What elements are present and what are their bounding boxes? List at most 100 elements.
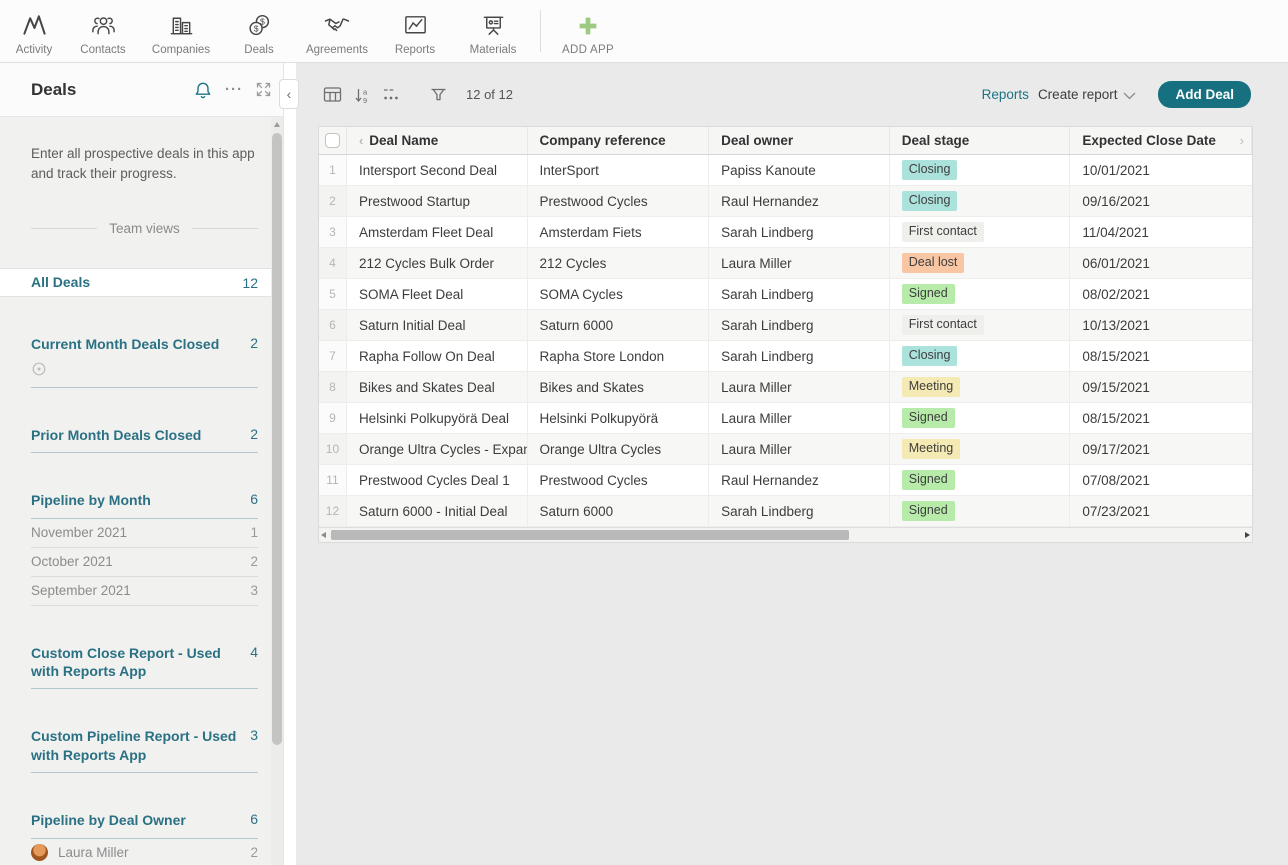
table-row[interactable]: 4212 Cycles Bulk Order212 CyclesLaura Mi… — [319, 248, 1252, 279]
create-report-button[interactable]: Create report — [1038, 87, 1118, 102]
more-actions-icon[interactable] — [382, 85, 401, 104]
filter-icon[interactable] — [430, 86, 447, 103]
cell-deal-name: Intersport Second Deal — [347, 155, 528, 185]
subview-label: November 2021 — [31, 525, 250, 540]
contacts-icon — [90, 11, 117, 41]
view-label: Current Month Deals Closed — [31, 335, 250, 353]
activity-icon — [21, 11, 48, 41]
nav-item-activity[interactable]: Activity — [4, 0, 64, 62]
sidebar-subview-november-2021[interactable]: November 20211 — [31, 519, 258, 548]
deal-stage-badge: Closing — [902, 191, 958, 211]
cell-deal-name: SOMA Fleet Deal — [347, 279, 528, 309]
subview-count: 2 — [250, 845, 258, 860]
cell-company-reference: 212 Cycles — [528, 248, 710, 278]
cell-expected-close-date: 09/16/2021 — [1070, 186, 1252, 216]
table-row[interactable]: 9Helsinki Polkupyörä DealHelsinki Polkup… — [319, 403, 1252, 434]
sort-icon[interactable]: a 9 — [353, 86, 371, 104]
cell-company-reference: SOMA Cycles — [528, 279, 710, 309]
table-row[interactable]: 3Amsterdam Fleet DealAmsterdam FietsSara… — [319, 217, 1252, 248]
table-row[interactable]: 10Orange Ultra Cycles - ExpansionOrange … — [319, 434, 1252, 465]
table-row[interactable]: 1Intersport Second DealInterSportPapiss … — [319, 155, 1252, 186]
chevron-left-icon[interactable]: ‹ — [359, 133, 363, 148]
nav-item-reports[interactable]: Reports — [376, 0, 454, 62]
subview-count: 1 — [250, 525, 258, 540]
scroll-up-arrow[interactable] — [274, 122, 280, 127]
deal-stage-badge: Closing — [902, 160, 958, 180]
divider-line — [192, 228, 258, 229]
chevron-right-icon[interactable]: › — [1240, 133, 1244, 148]
table-row[interactable]: 8Bikes and Skates DealBikes and SkatesLa… — [319, 372, 1252, 403]
cell-expected-close-date: 07/23/2021 — [1070, 496, 1252, 526]
cell-company-reference: InterSport — [528, 155, 710, 185]
cell-expected-close-date: 06/01/2021 — [1070, 248, 1252, 278]
column-header-company-reference[interactable]: Company reference — [528, 127, 710, 154]
nav-item-companies[interactable]: Companies — [142, 0, 220, 62]
view-row: Prior Month Deals Closed2 — [31, 426, 258, 444]
cell-expected-close-date: 10/13/2021 — [1070, 310, 1252, 340]
cell-deal-owner: Raul Hernandez — [709, 465, 890, 495]
column-header-deal-stage[interactable]: Deal stage — [890, 127, 1071, 154]
chevron-down-icon[interactable] — [1123, 87, 1136, 105]
sidebar-collapse-button[interactable]: ‹ — [279, 79, 299, 109]
table-row[interactable]: 2Prestwood StartupPrestwood CyclesRaul H… — [319, 186, 1252, 217]
sidebar-view-custom-close-report-used-with-reports-app[interactable]: Custom Close Report - Used with Reports … — [31, 644, 258, 690]
nav-item-deals[interactable]: $$Deals — [220, 0, 298, 62]
sidebar-view-prior-month-deals-closed[interactable]: Prior Month Deals Closed2 — [31, 426, 258, 453]
cell-deal-stage: Deal lost — [890, 248, 1071, 278]
column-label: Deal stage — [902, 133, 970, 148]
nav-item-agreements[interactable]: Agreements — [298, 0, 376, 62]
nav-item-label: Contacts — [80, 44, 125, 56]
table-row[interactable]: 7Rapha Follow On DealRapha Store LondonS… — [319, 341, 1252, 372]
bell-icon[interactable] — [194, 81, 212, 99]
horizontal-scrollbar[interactable] — [319, 527, 1252, 542]
cell-deal-name: Saturn Initial Deal — [347, 310, 528, 340]
expand-icon[interactable] — [256, 82, 271, 97]
app-title: Deals — [31, 80, 181, 100]
nav-item-contacts[interactable]: Contacts — [64, 0, 142, 62]
table-row[interactable]: 11Prestwood Cycles Deal 1Prestwood Cycle… — [319, 465, 1252, 496]
scroll-left-arrow[interactable] — [321, 532, 326, 538]
scroll-right-arrow[interactable] — [1245, 532, 1250, 538]
more-options-icon[interactable]: ··· — [225, 85, 243, 95]
sidebar-view-current-month-deals-closed[interactable]: Current Month Deals Closed2 — [31, 335, 258, 387]
cell-deal-stage: Meeting — [890, 434, 1071, 464]
table-view-icon[interactable] — [323, 85, 342, 104]
cell-deal-owner: Papiss Kanoute — [709, 155, 890, 185]
column-header-expected-close-date[interactable]: Expected Close Date — [1070, 127, 1252, 154]
table-body: 1Intersport Second DealInterSportPapiss … — [319, 155, 1252, 527]
column-header-deal-owner[interactable]: Deal owner — [709, 127, 890, 154]
cell-deal-name: Orange Ultra Cycles - Expansion — [347, 434, 528, 464]
app-nav: Activity Contacts Companies$$DealsAgreemen… — [4, 0, 532, 62]
sidebar-subview-september-2021[interactable]: September 20213 — [31, 577, 258, 606]
cell-expected-close-date: 07/08/2021 — [1070, 465, 1252, 495]
cell-deal-stage: Closing — [890, 186, 1071, 216]
column-label: Company reference — [540, 133, 666, 148]
sidebar-view-pipeline-by-month[interactable]: Pipeline by Month6 — [31, 491, 258, 518]
sidebar-scrollbar[interactable] — [271, 117, 283, 865]
reports-link[interactable]: Reports — [982, 87, 1029, 102]
cell-deal-owner: Laura Miller — [709, 434, 890, 464]
add-deal-button[interactable]: Add Deal — [1158, 81, 1251, 108]
select-all-checkbox[interactable] — [325, 133, 340, 148]
view-count: 12 — [242, 275, 258, 291]
table-row[interactable]: 12Saturn 6000 - Initial DealSaturn 6000S… — [319, 496, 1252, 527]
table-row[interactable]: 6Saturn Initial DealSaturn 6000Sarah Lin… — [319, 310, 1252, 341]
view-label: All Deals — [31, 273, 242, 291]
sidebar-subview-october-2021[interactable]: October 20212 — [31, 548, 258, 577]
cell-expected-close-date: 11/04/2021 — [1070, 217, 1252, 247]
table-row[interactable]: 5SOMA Fleet DealSOMA CyclesSarah Lindber… — [319, 279, 1252, 310]
nav-item-materials[interactable]: Materials — [454, 0, 532, 62]
sidebar-view-custom-pipeline-report-used-with-reports-app[interactable]: Custom Pipeline Report - Used with Repor… — [31, 727, 258, 773]
column-header-deal-name[interactable]: ‹ Deal Name — [347, 127, 528, 154]
sidebar-view-all-deals[interactable]: All Deals12 — [0, 268, 283, 297]
hscrollbar-thumb[interactable] — [331, 530, 849, 540]
scrollbar-thumb[interactable] — [272, 133, 282, 745]
deal-stage-badge: Meeting — [902, 439, 960, 459]
nav-divider — [540, 10, 541, 52]
add-app-button[interactable]: ADD APP — [549, 0, 627, 62]
sidebar-view-pipeline-by-deal-owner[interactable]: Pipeline by Deal Owner6 — [31, 811, 258, 838]
table-header-row: ‹ Deal Name Company reference Deal owner… — [319, 127, 1252, 155]
sidebar-subview-laura-miller[interactable]: Laura Miller2 — [31, 839, 258, 865]
cell-expected-close-date: 09/15/2021 — [1070, 372, 1252, 402]
cell-company-reference: Bikes and Skates — [528, 372, 710, 402]
